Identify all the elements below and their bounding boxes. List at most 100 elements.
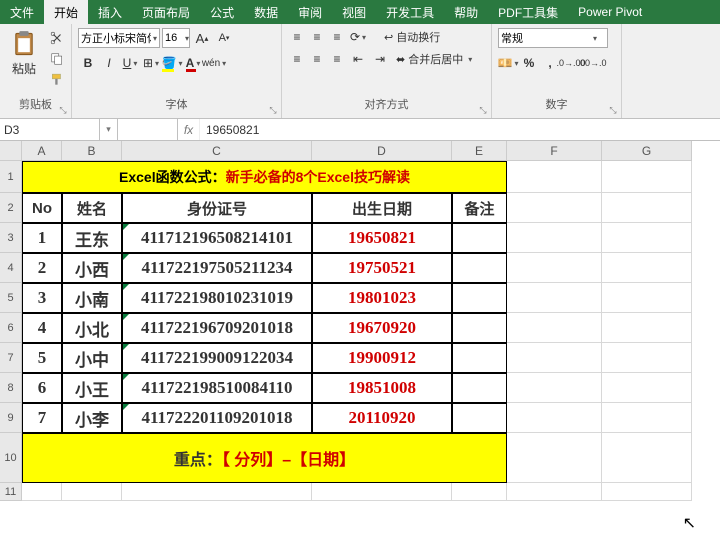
cell-id-3[interactable]: 411722196709201018: [122, 313, 312, 343]
number-launcher[interactable]: ⤡: [607, 104, 619, 116]
accounting-format-button[interactable]: 💴▾: [498, 54, 518, 72]
menu-tab-3[interactable]: 页面布局: [132, 0, 200, 24]
cell-note-1[interactable]: [452, 253, 507, 283]
bold-button[interactable]: B: [78, 54, 98, 72]
wrap-text-button[interactable]: ↩自动换行: [380, 28, 444, 46]
formula-bar[interactable]: 19650821: [200, 119, 720, 140]
cell-B11[interactable]: [62, 483, 122, 501]
font-launcher[interactable]: ⤡: [267, 104, 279, 116]
border-button[interactable]: ⊞▾: [141, 54, 161, 72]
cell-dob-4[interactable]: 19900912: [312, 343, 452, 373]
cell-G9[interactable]: [602, 403, 692, 433]
cell-no-3[interactable]: 4: [22, 313, 62, 343]
cell-name-4[interactable]: 小中: [62, 343, 122, 373]
cell-dob-1[interactable]: 19750521: [312, 253, 452, 283]
font-size-input[interactable]: [165, 32, 183, 44]
menu-tab-6[interactable]: 审阅: [288, 0, 332, 24]
menu-tab-10[interactable]: PDF工具集: [488, 0, 568, 24]
cell-note-2[interactable]: [452, 283, 507, 313]
cell-F8[interactable]: [507, 373, 602, 403]
cell-id-1[interactable]: 411722197505211234: [122, 253, 312, 283]
cell-F5[interactable]: [507, 283, 602, 313]
col-header-C[interactable]: C: [122, 141, 312, 161]
increase-indent-button[interactable]: ⇥: [370, 50, 390, 68]
header-id[interactable]: 身份证号: [122, 193, 312, 223]
orientation-button[interactable]: ⟳▾: [348, 28, 368, 46]
increase-font-button[interactable]: A▴: [192, 29, 212, 47]
cell-dob-6[interactable]: 20110920: [312, 403, 452, 433]
cell-name-3[interactable]: 小北: [62, 313, 122, 343]
cell-G11[interactable]: [602, 483, 692, 501]
cell-no-1[interactable]: 2: [22, 253, 62, 283]
cell-G6[interactable]: [602, 313, 692, 343]
menu-tab-4[interactable]: 公式: [200, 0, 244, 24]
col-header-F[interactable]: F: [507, 141, 602, 161]
col-header-E[interactable]: E: [452, 141, 507, 161]
align-center-button[interactable]: ≡: [308, 52, 326, 66]
align-right-button[interactable]: ≡: [328, 52, 346, 66]
cell-E11[interactable]: [452, 483, 507, 501]
row-header-5[interactable]: 5: [0, 283, 22, 313]
cell-F3[interactable]: [507, 223, 602, 253]
fx-icon[interactable]: fx: [178, 119, 200, 140]
name-box[interactable]: D3: [0, 119, 100, 140]
cell-G3[interactable]: [602, 223, 692, 253]
font-name-select[interactable]: ▾: [78, 28, 160, 48]
col-header-D[interactable]: D: [312, 141, 452, 161]
name-box-dropdown[interactable]: ▾: [100, 119, 118, 140]
col-header-B[interactable]: B: [62, 141, 122, 161]
italic-button[interactable]: I: [99, 54, 119, 72]
row-header-2[interactable]: 2: [0, 193, 22, 223]
row-header-8[interactable]: 8: [0, 373, 22, 403]
col-header-G[interactable]: G: [602, 141, 692, 161]
copy-button[interactable]: [46, 49, 68, 69]
row-header-4[interactable]: 4: [0, 253, 22, 283]
cell-note-4[interactable]: [452, 343, 507, 373]
paste-button[interactable]: 粘贴: [6, 28, 42, 79]
cell-dob-3[interactable]: 19670920: [312, 313, 452, 343]
cell-name-5[interactable]: 小王: [62, 373, 122, 403]
col-header-A[interactable]: A: [22, 141, 62, 161]
cell-F1[interactable]: [507, 161, 602, 193]
cell-G8[interactable]: [602, 373, 692, 403]
cell-C11[interactable]: [122, 483, 312, 501]
menu-tab-1[interactable]: 开始: [44, 0, 88, 24]
row-header-3[interactable]: 3: [0, 223, 22, 253]
row-header-9[interactable]: 9: [0, 403, 22, 433]
cell-G1[interactable]: [602, 161, 692, 193]
row-header-7[interactable]: 7: [0, 343, 22, 373]
cell-A11[interactable]: [22, 483, 62, 501]
align-launcher[interactable]: ⤡: [477, 104, 489, 116]
footer-cell[interactable]: 重点：【 分列】–【日期】: [22, 433, 507, 483]
font-name-input[interactable]: [81, 32, 151, 44]
cell-G10[interactable]: [602, 433, 692, 483]
menu-tab-11[interactable]: Power Pivot: [568, 0, 652, 24]
cell-name-0[interactable]: 王东: [62, 223, 122, 253]
cell-no-6[interactable]: 7: [22, 403, 62, 433]
percent-button[interactable]: %: [519, 54, 539, 72]
align-left-button[interactable]: ≡: [288, 52, 306, 66]
cell-F2[interactable]: [507, 193, 602, 223]
number-format-select[interactable]: ▾: [498, 28, 608, 48]
cell-id-6[interactable]: 411722201109201018: [122, 403, 312, 433]
cell-id-0[interactable]: 411712196508214101: [122, 223, 312, 253]
cell-note-0[interactable]: [452, 223, 507, 253]
merge-center-button[interactable]: ⬌合并后居中▾: [392, 50, 476, 68]
menu-tab-5[interactable]: 数据: [244, 0, 288, 24]
header-note[interactable]: 备注: [452, 193, 507, 223]
cell-note-5[interactable]: [452, 373, 507, 403]
header-dob[interactable]: 出生日期: [312, 193, 452, 223]
row-header-6[interactable]: 6: [0, 313, 22, 343]
cell-F7[interactable]: [507, 343, 602, 373]
phonetic-button[interactable]: wén▾: [204, 54, 224, 72]
cell-G2[interactable]: [602, 193, 692, 223]
cell-F6[interactable]: [507, 313, 602, 343]
cell-dob-2[interactable]: 19801023: [312, 283, 452, 313]
font-color-button[interactable]: A▾: [183, 54, 203, 72]
cell-dob-0[interactable]: 19650821: [312, 223, 452, 253]
header-name[interactable]: 姓名: [62, 193, 122, 223]
cell-id-2[interactable]: 411722198010231019: [122, 283, 312, 313]
cut-button[interactable]: [46, 28, 68, 48]
decrease-decimal-button[interactable]: .00→.0: [582, 54, 602, 72]
cell-name-1[interactable]: 小西: [62, 253, 122, 283]
